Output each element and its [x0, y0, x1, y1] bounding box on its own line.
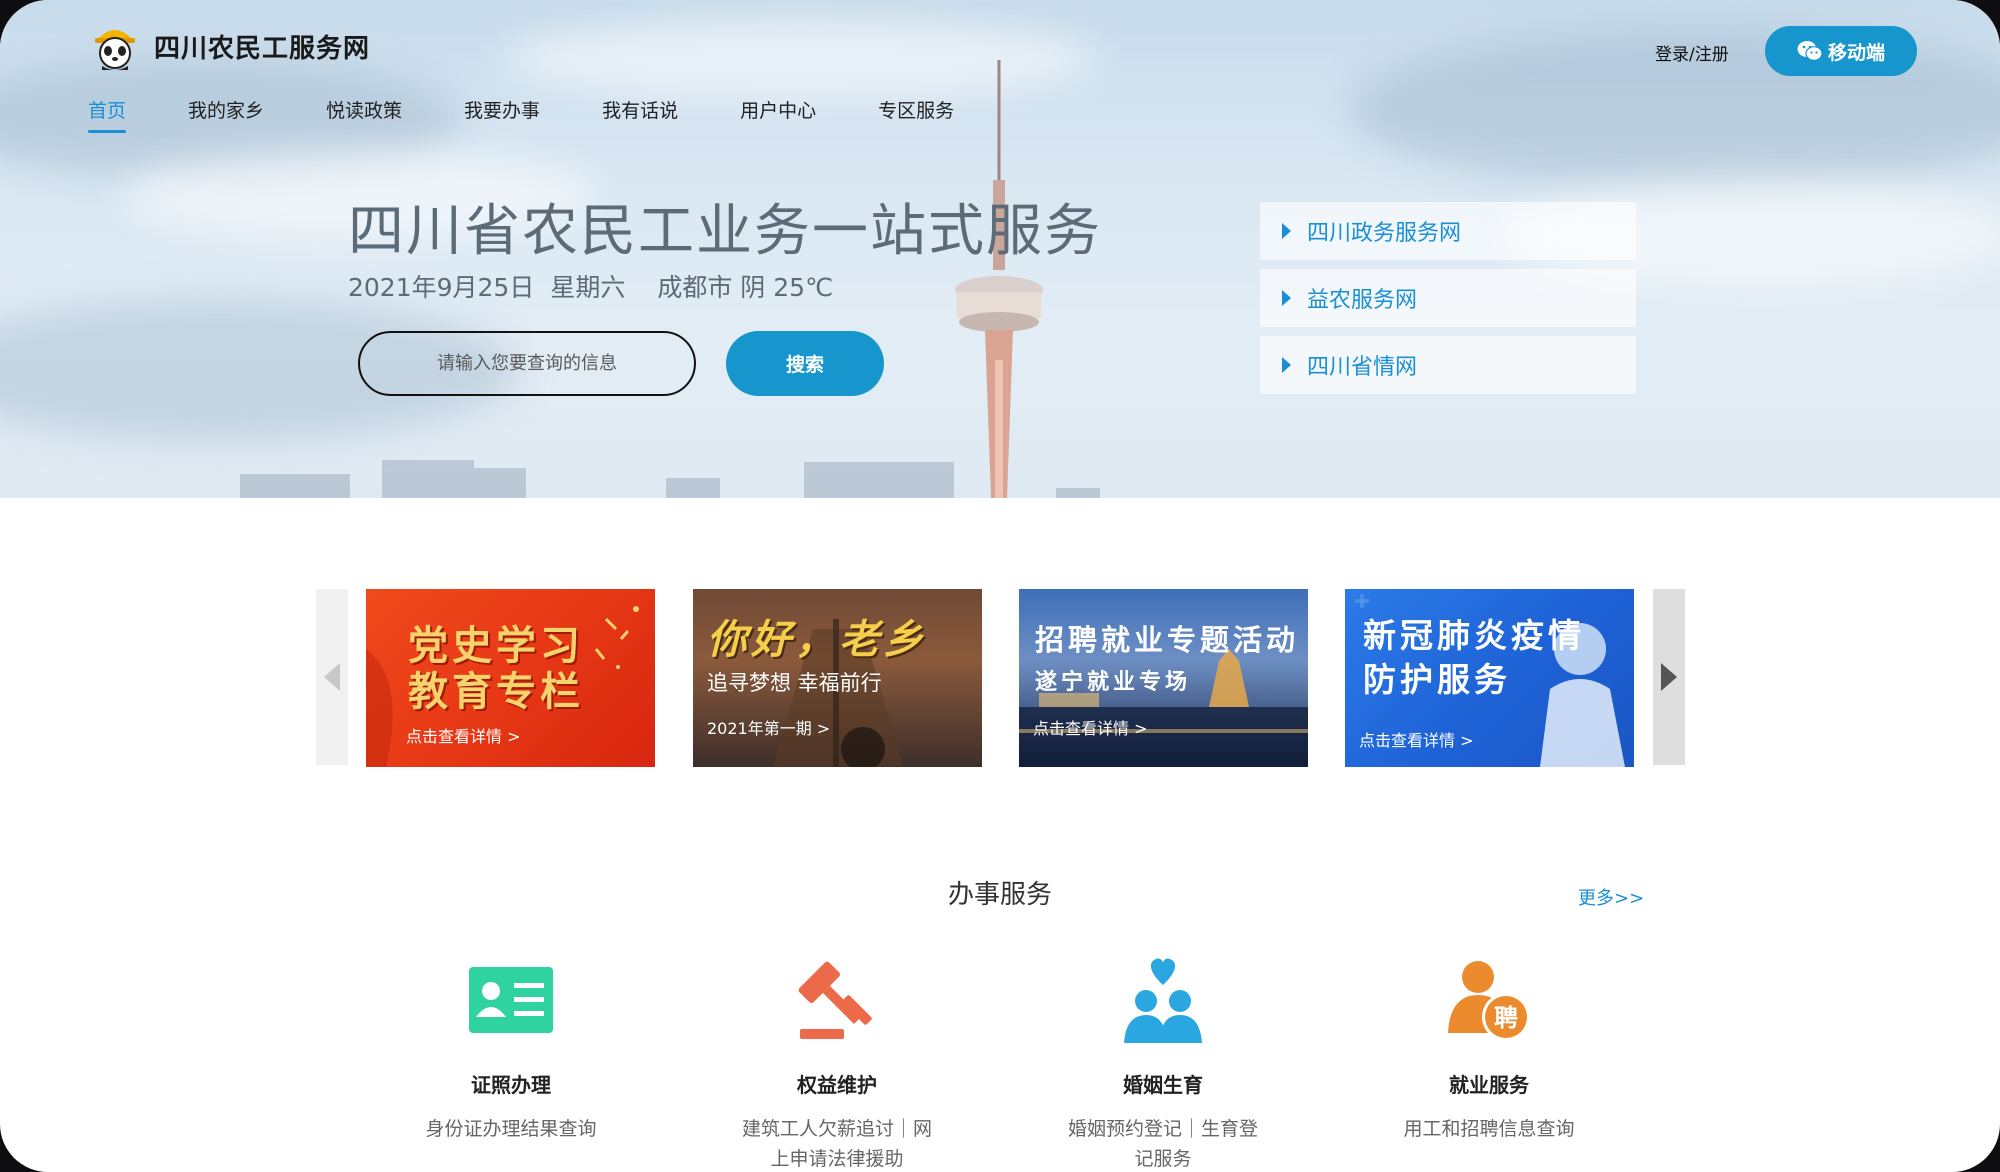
service-name: 证照办理 — [471, 1073, 551, 1097]
service-id-card[interactable]: 证照办理 身份证办理结果查询 — [381, 955, 641, 1144]
service-name: 就业服务 — [1449, 1073, 1529, 1097]
current-weather: 成都市 阴 25℃ — [657, 273, 834, 302]
carousel-card-covid[interactable]: 新冠肺炎疫情 防护服务 点击查看详情 > — [1345, 589, 1634, 767]
nav-item-home[interactable]: 首页 — [88, 96, 127, 133]
hero-banner: 四川农民工服务网 首页 我的家乡 悦读政策 我要办事 我有话说 用户中心 专区服… — [0, 0, 2000, 498]
card-title: 你好，老乡 — [707, 616, 927, 663]
gavel-icon — [798, 961, 872, 1039]
id-card-icon — [469, 967, 553, 1033]
card-title-line2: 教育专栏 — [408, 668, 584, 715]
hero-title: 四川省农民工业务一站式服务 — [348, 199, 1102, 264]
quick-link-agri-service[interactable]: 益农服务网 — [1260, 269, 1636, 327]
service-desc: 建筑工人欠薪追讨｜网上申请法律援助 — [741, 1118, 932, 1170]
triangle-right-icon — [1282, 357, 1291, 373]
nav-item-services[interactable]: 我要办事 — [464, 96, 540, 133]
site-name: 四川农民工服务网 — [154, 33, 371, 64]
site-logo[interactable]: 四川农民工服务网 — [92, 22, 370, 70]
page-frame: 四川农民工服务网 首页 我的家乡 悦读政策 我要办事 我有话说 用户中心 专区服… — [0, 0, 2000, 1172]
quick-link-gov-service[interactable]: 四川政务服务网 — [1260, 202, 1636, 260]
panda-worker-logo-icon — [95, 30, 135, 70]
recruit-icon: 聘 — [1448, 961, 1530, 1041]
couple-heart-icon — [1124, 958, 1202, 1043]
card-detail-link: 2021年第一期 > — [707, 719, 831, 738]
arrow-left-icon — [324, 663, 340, 691]
current-date: 2021年9月25日 — [348, 273, 535, 302]
svg-text:聘: 聘 — [1494, 1004, 1518, 1032]
service-marriage-birth[interactable]: 婚姻生育 婚姻预约登记｜生育登记服务 — [1033, 955, 1293, 1172]
main-nav: 首页 我的家乡 悦读政策 我要办事 我有话说 用户中心 专区服务 — [88, 96, 1016, 133]
quick-link-label: 益农服务网 — [1307, 288, 1418, 313]
nav-item-special-zone[interactable]: 专区服务 — [878, 96, 954, 133]
service-rights-protection[interactable]: 权益维护 建筑工人欠薪追讨｜网上申请法律援助 — [707, 955, 967, 1172]
carousel-next-button[interactable] — [1653, 589, 1685, 765]
card-title-line1: 招聘就业专题活动 — [1035, 623, 1300, 657]
services-more-link[interactable]: 更多>> — [1578, 884, 1644, 910]
search-button[interactable]: 搜索 — [726, 331, 884, 396]
service-desc: 身份证办理结果查询 — [425, 1118, 597, 1140]
card-title-line2: 防护服务 — [1363, 660, 1511, 699]
carousel-card-party-history[interactable]: 党史学习 教育专栏 点击查看详情 > — [366, 589, 655, 767]
services-section-title: 办事服务 — [947, 880, 1052, 910]
service-employment[interactable]: 聘 就业服务 用工和招聘信息查询 — [1359, 955, 1619, 1144]
card-title-line1: 新冠肺炎疫情 — [1363, 616, 1585, 655]
card-detail-link: 点击查看详情 > — [406, 727, 521, 746]
triangle-right-icon — [1282, 223, 1291, 239]
quick-link-label: 四川政务服务网 — [1307, 221, 1462, 246]
card-title-line2: 遂宁就业专场 — [1035, 669, 1192, 695]
carousel-prev-button[interactable] — [316, 589, 348, 765]
arrow-right-icon — [1661, 663, 1677, 691]
card-detail-link: 点击查看详情 > — [1033, 719, 1148, 738]
quick-links: 四川政务服务网 益农服务网 四川省情网 — [1260, 202, 1636, 403]
login-register-link[interactable]: 登录/注册 — [1655, 40, 1729, 65]
service-desc: 用工和招聘信息查询 — [1403, 1118, 1575, 1140]
search-input[interactable] — [358, 331, 696, 396]
service-desc: 婚姻预约登记｜生育登记服务 — [1067, 1118, 1258, 1170]
hero-date-weather: 2021年9月25日 星期六 成都市 阴 25℃ — [348, 268, 849, 304]
current-weekday: 星期六 — [550, 273, 626, 302]
carousel-card-hello-hometown[interactable]: 你好，老乡 追寻梦想 幸福前行 2021年第一期 > — [693, 589, 982, 767]
nav-item-policy[interactable]: 悦读政策 — [326, 96, 402, 133]
quick-link-province-info[interactable]: 四川省情网 — [1260, 336, 1636, 394]
wechat-icon — [1797, 41, 1823, 61]
card-subtitle: 追寻梦想 幸福前行 — [707, 671, 882, 695]
quick-link-label: 四川省情网 — [1307, 355, 1418, 380]
nav-item-hometown[interactable]: 我的家乡 — [188, 96, 264, 133]
mobile-button[interactable]: 移动端 — [1765, 26, 1917, 76]
card-detail-link: 点击查看详情 > — [1359, 731, 1474, 750]
service-name: 权益维护 — [797, 1073, 877, 1097]
service-name: 婚姻生育 — [1123, 1073, 1203, 1097]
mobile-button-label: 移动端 — [1827, 41, 1885, 64]
carousel-card-recruitment[interactable]: 招聘就业专题活动 遂宁就业专场 点击查看详情 > — [1019, 589, 1308, 767]
nav-item-feedback[interactable]: 我有话说 — [602, 96, 678, 133]
nav-item-user-center[interactable]: 用户中心 — [740, 96, 816, 133]
triangle-right-icon — [1282, 290, 1291, 306]
